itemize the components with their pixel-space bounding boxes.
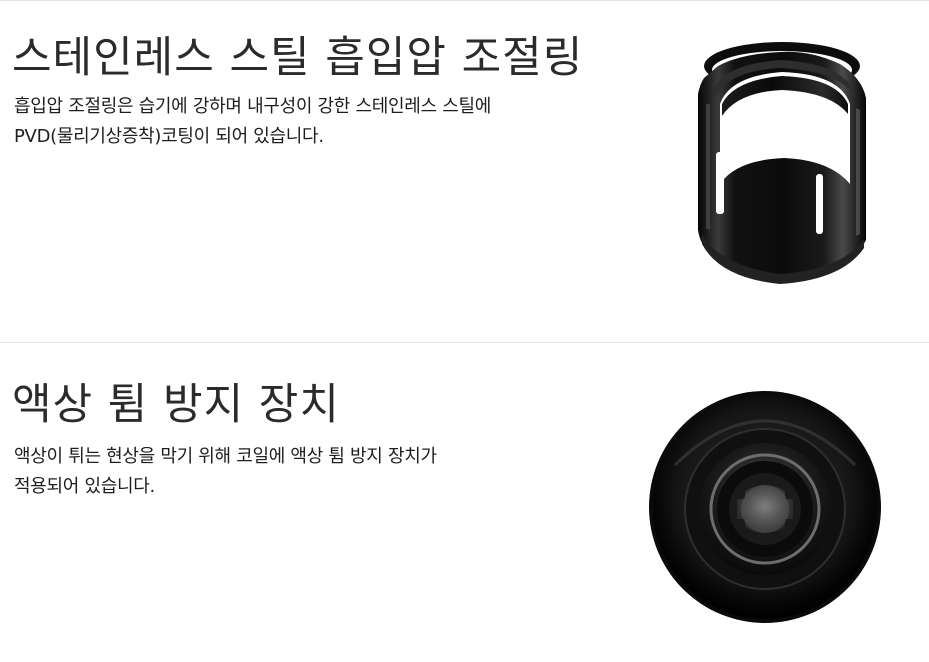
- description-line: PVD(물리기상증착)코팅이 되어 있습니다.: [14, 126, 324, 147]
- airflow-ring-image: [698, 42, 866, 284]
- description-line: 액상이 튀는 현상을 막기 위해 코일에 액상 튐 방지 장치가: [14, 446, 437, 467]
- section-anti-spitback: 액상 튐 방지 장치 액상이 튀는 현상을 막기 위해 코일에 액상 튐 방지 …: [0, 343, 929, 662]
- section-description: 흡입압 조절링은 습기에 강하며 내구성이 강한 스테인레스 스틸에 PVD(물…: [14, 92, 491, 152]
- section-title: 액상 튐 방지 장치: [12, 380, 340, 430]
- section-title: 스테인레스 스틸 흡입압 조절링: [12, 33, 584, 83]
- section-airflow-ring: 스테인레스 스틸 흡입압 조절링 흡입압 조절링은 습기에 강하며 내구성이 강…: [0, 0, 929, 342]
- description-line: 적용되어 있습니다.: [14, 476, 155, 497]
- section-description: 액상이 튀는 현상을 막기 위해 코일에 액상 튐 방지 장치가 적용되어 있습…: [14, 442, 437, 502]
- description-line: 흡입압 조절링은 습기에 강하며 내구성이 강한 스테인레스 스틸에: [14, 96, 491, 117]
- anti-spitback-cap-image: [649, 391, 881, 623]
